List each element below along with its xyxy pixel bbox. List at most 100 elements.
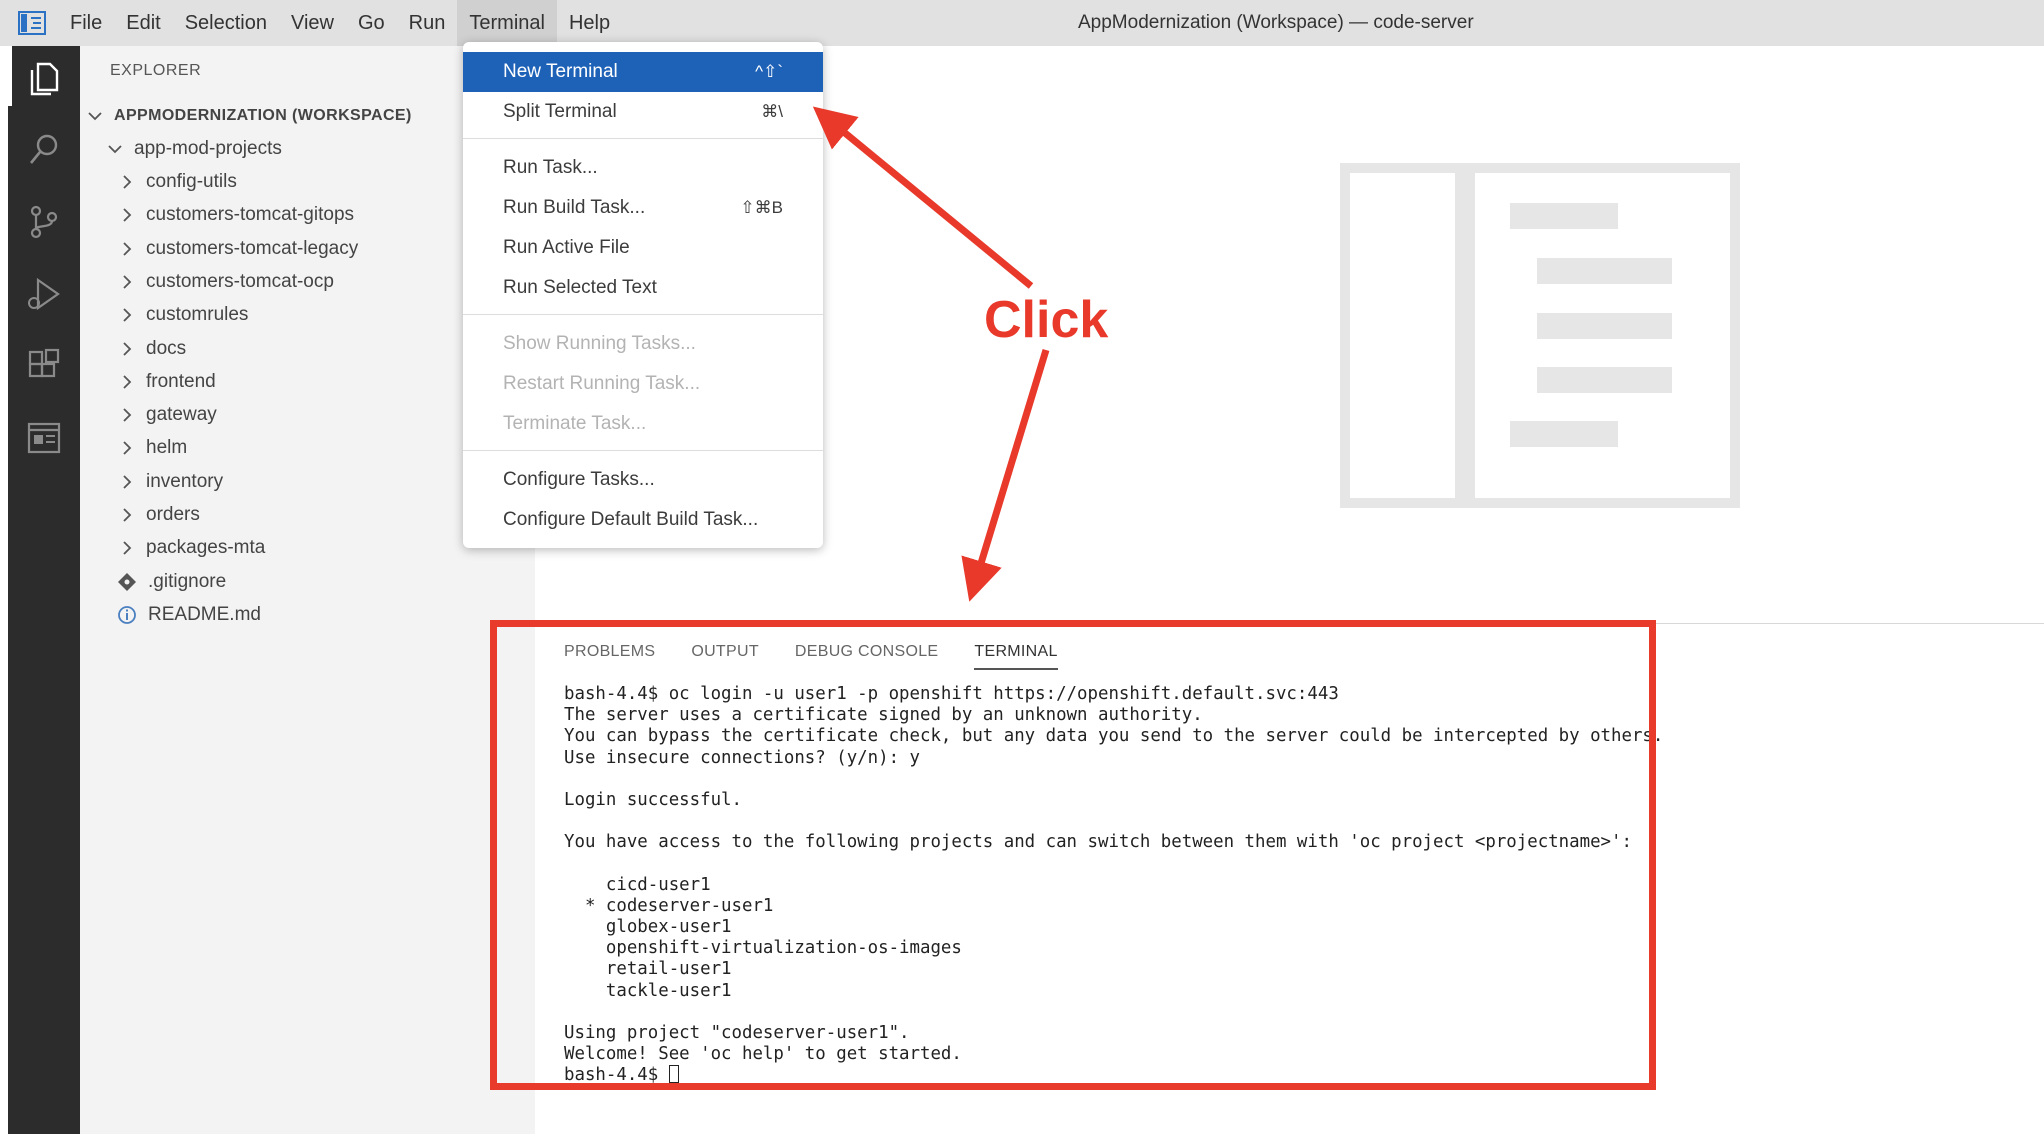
tree-item-label: APPMODERNIZATION (WORKSPACE) [114, 107, 412, 124]
tree-item-label: orders [146, 504, 200, 525]
chevron-right-icon [116, 271, 138, 293]
tree-item-label: customers-tomcat-ocp [146, 270, 334, 292]
window-title: AppModernization (Workspace) — code-serv… [1078, 12, 1474, 33]
tree-item-folder-helm[interactable]: helm [116, 432, 187, 464]
remote-explorer-icon[interactable] [24, 418, 64, 458]
tree-item-label: README.md [148, 603, 261, 625]
menu-item-run-selected-text[interactable]: Run Selected Text [463, 268, 823, 308]
workspace-header[interactable]: APPMODERNIZATION (WORKSPACE) [84, 100, 412, 132]
tree-item-label: app-mod-projects [134, 138, 282, 159]
menu-item-run-build-task[interactable]: Run Build Task... ⇧⌘B [463, 188, 823, 228]
tree-item-label: docs [146, 337, 187, 359]
chevron-down-icon [104, 138, 126, 160]
search-icon[interactable] [24, 130, 64, 170]
menu-run[interactable]: Run [397, 0, 458, 46]
tree-item-folder-customrules[interactable]: customrules [116, 299, 248, 331]
terminal-menu-dropdown: New Terminal ^⇧` Split Terminal ⌘\ Run Task.… [463, 42, 823, 548]
tree-item-folder-orders[interactable]: orders [116, 499, 200, 531]
menu-item-label: New Terminal [503, 61, 618, 82]
chevron-right-icon [116, 204, 138, 226]
menu-view[interactable]: View [279, 0, 346, 46]
menu-item-configure-default-build-task[interactable]: Configure Default Build Task... [463, 500, 823, 540]
activity-bar [8, 46, 80, 1134]
menu-item-restart-running-task: Restart Running Task... [463, 364, 823, 404]
menu-file[interactable]: File [58, 0, 114, 46]
chevron-right-icon [116, 537, 138, 559]
tree-item-folder-docs[interactable]: docs [116, 333, 186, 365]
menu-separator [463, 450, 823, 451]
menu-bar: File Edit Selection View Go Run Terminal Help [58, 0, 622, 46]
menu-item-run-active-file[interactable]: Run Active File [463, 228, 823, 268]
tree-item-folder-gateway[interactable]: gateway [116, 399, 217, 431]
tree-item-label: helm [146, 437, 188, 459]
tree-item-file-gitignore[interactable]: .gitignore [116, 566, 226, 598]
click-annotation-label: Click [984, 291, 1109, 349]
menu-item-label: Run Task... [503, 157, 598, 178]
menu-item-label: Split Terminal [503, 101, 617, 122]
menu-item-configure-tasks[interactable]: Configure Tasks... [463, 460, 823, 500]
terminal-highlight-box [490, 620, 1656, 1090]
menu-go[interactable]: Go [346, 0, 397, 46]
keyboard-shortcut: ⇧⌘B [740, 198, 783, 217]
tree-item-label: inventory [146, 470, 224, 492]
run-debug-icon[interactable] [24, 274, 64, 314]
menu-edit[interactable]: Edit [114, 0, 172, 46]
source-control-icon[interactable] [24, 202, 64, 242]
menu-item-label: Configure Default Build Task... [503, 509, 759, 530]
arrow-to-new-terminal [812, 106, 1034, 289]
chevron-down-icon [84, 105, 106, 127]
tree-item-folder-inventory[interactable]: inventory [116, 466, 223, 498]
tree-item-label: gateway [146, 404, 217, 426]
chevron-right-icon [116, 238, 138, 260]
menu-separator [463, 138, 823, 139]
menu-item-split-terminal[interactable]: Split Terminal ⌘\ [463, 92, 823, 132]
menu-selection[interactable]: Selection [173, 0, 279, 46]
chevron-right-icon [116, 371, 138, 393]
menu-item-run-task[interactable]: Run Task... [463, 148, 823, 188]
tree-item-folder-packages-mta[interactable]: packages-mta [116, 532, 265, 564]
chevron-right-icon [116, 504, 138, 526]
info-icon [116, 604, 138, 626]
menu-item-label: Run Active File [503, 237, 630, 258]
menu-terminal[interactable]: Terminal [457, 0, 557, 46]
tree-item-label: config-utils [146, 171, 237, 192]
tree-item-file-readme-md[interactable]: README.md [116, 599, 261, 631]
tree-item-folder-config-utils[interactable]: config-utils [116, 166, 237, 198]
menu-help[interactable]: Help [557, 0, 622, 46]
tree-item-folder-customers-tomcat-ocp[interactable]: customers-tomcat-ocp [116, 266, 334, 298]
chevron-right-icon [116, 471, 138, 493]
chevron-right-icon [116, 437, 138, 459]
tree-item-folder-customers-tomcat-gitops[interactable]: customers-tomcat-gitops [116, 199, 354, 231]
active-view-indicator [8, 46, 12, 106]
keyboard-shortcut: ⌘\ [761, 102, 783, 121]
chevron-right-icon [116, 171, 138, 193]
chevron-right-icon [116, 304, 138, 326]
git-icon [116, 571, 138, 593]
arrow-to-terminal-panel [961, 348, 1050, 602]
title-bar: File Edit Selection View Go Run Terminal Help A… [0, 0, 2044, 46]
menu-item-new-terminal[interactable]: New Terminal ^⇧` [463, 52, 823, 92]
extensions-icon[interactable] [24, 346, 64, 386]
tree-item-label: customrules [146, 304, 249, 326]
editor-watermark-icon [1340, 163, 1740, 508]
chevron-right-icon [116, 338, 138, 360]
tree-item-label: customers-tomcat-gitops [146, 204, 355, 226]
tree-item-folder-frontend[interactable]: frontend [116, 366, 216, 398]
menu-item-label: Restart Running Task... [503, 373, 701, 394]
keyboard-shortcut: ^⇧` [755, 62, 783, 81]
tree-item-label: .gitignore [148, 570, 227, 592]
menu-item-label: Terminate Task... [503, 413, 647, 434]
menu-item-show-running-tasks: Show Running Tasks... [463, 324, 823, 364]
menu-item-label: Run Build Task... [503, 197, 646, 218]
menu-item-label: Run Selected Text [503, 277, 657, 298]
tree-item-label: frontend [146, 370, 216, 392]
tree-item-label: customers-tomcat-legacy [146, 237, 359, 259]
menu-item-label: Show Running Tasks... [503, 333, 696, 354]
tree-item-folder-customers-tomcat-legacy[interactable]: customers-tomcat-legacy [116, 233, 358, 265]
vscode-logo-icon[interactable] [18, 11, 46, 35]
tree-item-root-folder[interactable]: app-mod-projects [104, 133, 282, 165]
files-icon[interactable] [24, 58, 64, 98]
tree-item-label: packages-mta [146, 537, 266, 559]
menu-item-label: Configure Tasks... [503, 469, 655, 490]
menu-item-terminate-task: Terminate Task... [463, 404, 823, 444]
